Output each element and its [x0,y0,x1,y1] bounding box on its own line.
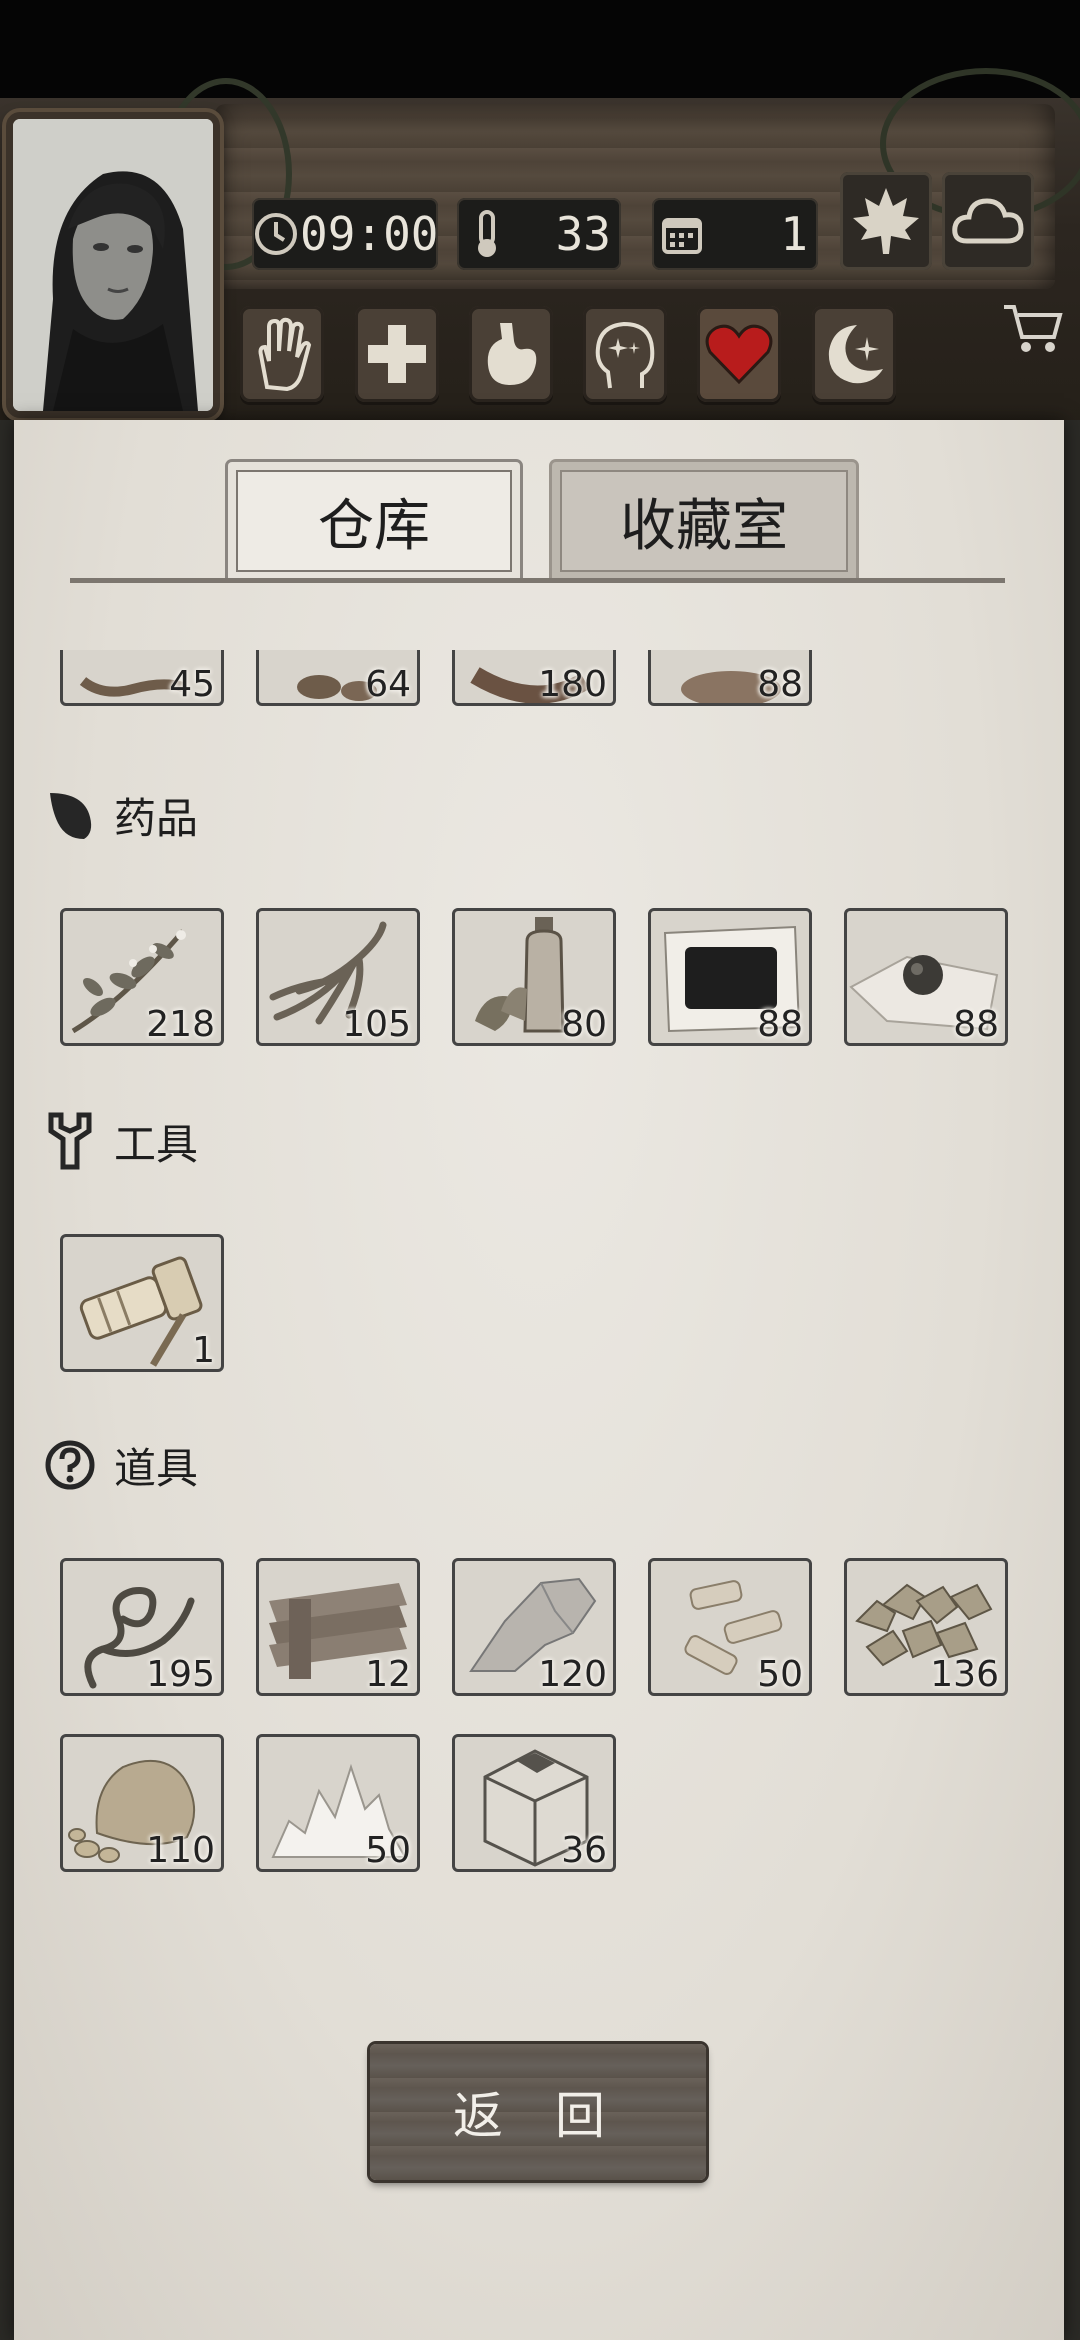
back-button[interactable]: 返 回 [370,2044,706,2180]
wrench-icon [40,1111,100,1171]
cart-icon [1004,305,1063,352]
item-count: 195 [146,1654,215,1695]
item-count: 50 [757,1654,803,1695]
plaster-patch-item[interactable]: 88 [648,908,812,1046]
inventory-scroll-area[interactable]: 45 64 180 88 药品 218 105 80 88 88 工具 1 道具… [40,650,1040,2020]
time-value: 09:00 [300,207,439,261]
item-count: 45 [169,664,215,705]
stomach-button[interactable] [469,306,553,402]
day-display: 1 [652,198,818,270]
food-item[interactable]: 45 [60,650,224,706]
item-count: 50 [365,1830,411,1871]
box-item[interactable]: 36 [452,1734,616,1872]
item-count: 64 [365,664,411,705]
item-count: 105 [342,1004,411,1045]
season-button[interactable] [840,172,932,270]
section-title: 工具 [114,1119,199,1169]
clock-icon [252,204,300,264]
item-count: 180 [538,664,607,705]
item-count: 36 [561,1830,607,1871]
herb-leaf-icon [40,785,100,845]
medicine-bottle-item[interactable]: 80 [452,908,616,1046]
ore-nuggets-item[interactable]: 136 [844,1558,1008,1696]
vine-rope-item[interactable]: 195 [60,1558,224,1696]
item-count: 136 [930,1654,999,1695]
stone-item[interactable]: 120 [452,1558,616,1696]
mind-button[interactable] [583,306,667,402]
salt-crystal-item[interactable]: 50 [256,1734,420,1872]
item-count: 120 [538,1654,607,1695]
food-item[interactable]: 64 [256,650,420,706]
tab-collection[interactable]: 收藏室 [552,462,856,580]
ginseng-root-item[interactable]: 105 [256,908,420,1046]
food-item[interactable]: 180 [452,650,616,706]
calendar-icon [652,204,712,264]
item-count: 88 [953,1004,999,1045]
thermometer-icon [457,204,517,264]
stomach-icon [487,323,537,385]
flashlight-item[interactable]: 1 [60,1234,224,1372]
item-count: 88 [757,1004,803,1045]
section-header-props: 道具 [40,1430,198,1500]
cloud-icon [952,198,1024,244]
section-header-tools: 工具 [40,1106,198,1176]
temperature-value: 33 [555,207,611,261]
hand-icon [258,317,312,391]
sleep-button[interactable] [812,306,896,402]
medicine-pill-item[interactable]: 88 [844,908,1008,1046]
tab-divider [70,578,1005,583]
wood-planks-item[interactable]: 12 [256,1558,420,1696]
weather-button[interactable] [942,172,1034,270]
medical-cross-icon [368,325,426,383]
section-title: 道具 [114,1443,199,1493]
item-count: 12 [365,1654,411,1695]
tab-warehouse[interactable]: 仓库 [228,462,520,580]
character-portrait[interactable] [6,112,220,418]
maple-leaf-icon [853,188,919,254]
question-circle-icon [40,1435,100,1495]
item-count: 218 [146,1004,215,1045]
temperature-display: 33 [457,198,621,270]
moon-star-icon [828,325,883,384]
head-sparkle-icon [595,321,655,389]
day-value: 1 [780,207,808,261]
health-button[interactable] [355,306,439,402]
item-count: 88 [757,664,803,705]
time-display: 09:00 [252,198,438,270]
heart-button[interactable] [697,306,781,402]
status-bar-area [0,0,1080,98]
paper-shadow-right [1062,420,1080,2340]
herb-branch-item[interactable]: 218 [60,908,224,1046]
item-count: 110 [146,1830,215,1871]
heart-icon [705,324,773,385]
item-count: 80 [561,1004,607,1045]
shop-button[interactable] [1000,296,1066,362]
rock-chunk-item[interactable]: 110 [60,1734,224,1872]
section-title: 药品 [114,793,199,843]
bone-pieces-item[interactable]: 50 [648,1558,812,1696]
food-item[interactable]: 88 [648,650,812,706]
item-count: 1 [192,1330,215,1371]
gather-button[interactable] [240,306,324,402]
section-header-medicine: 药品 [40,780,198,850]
